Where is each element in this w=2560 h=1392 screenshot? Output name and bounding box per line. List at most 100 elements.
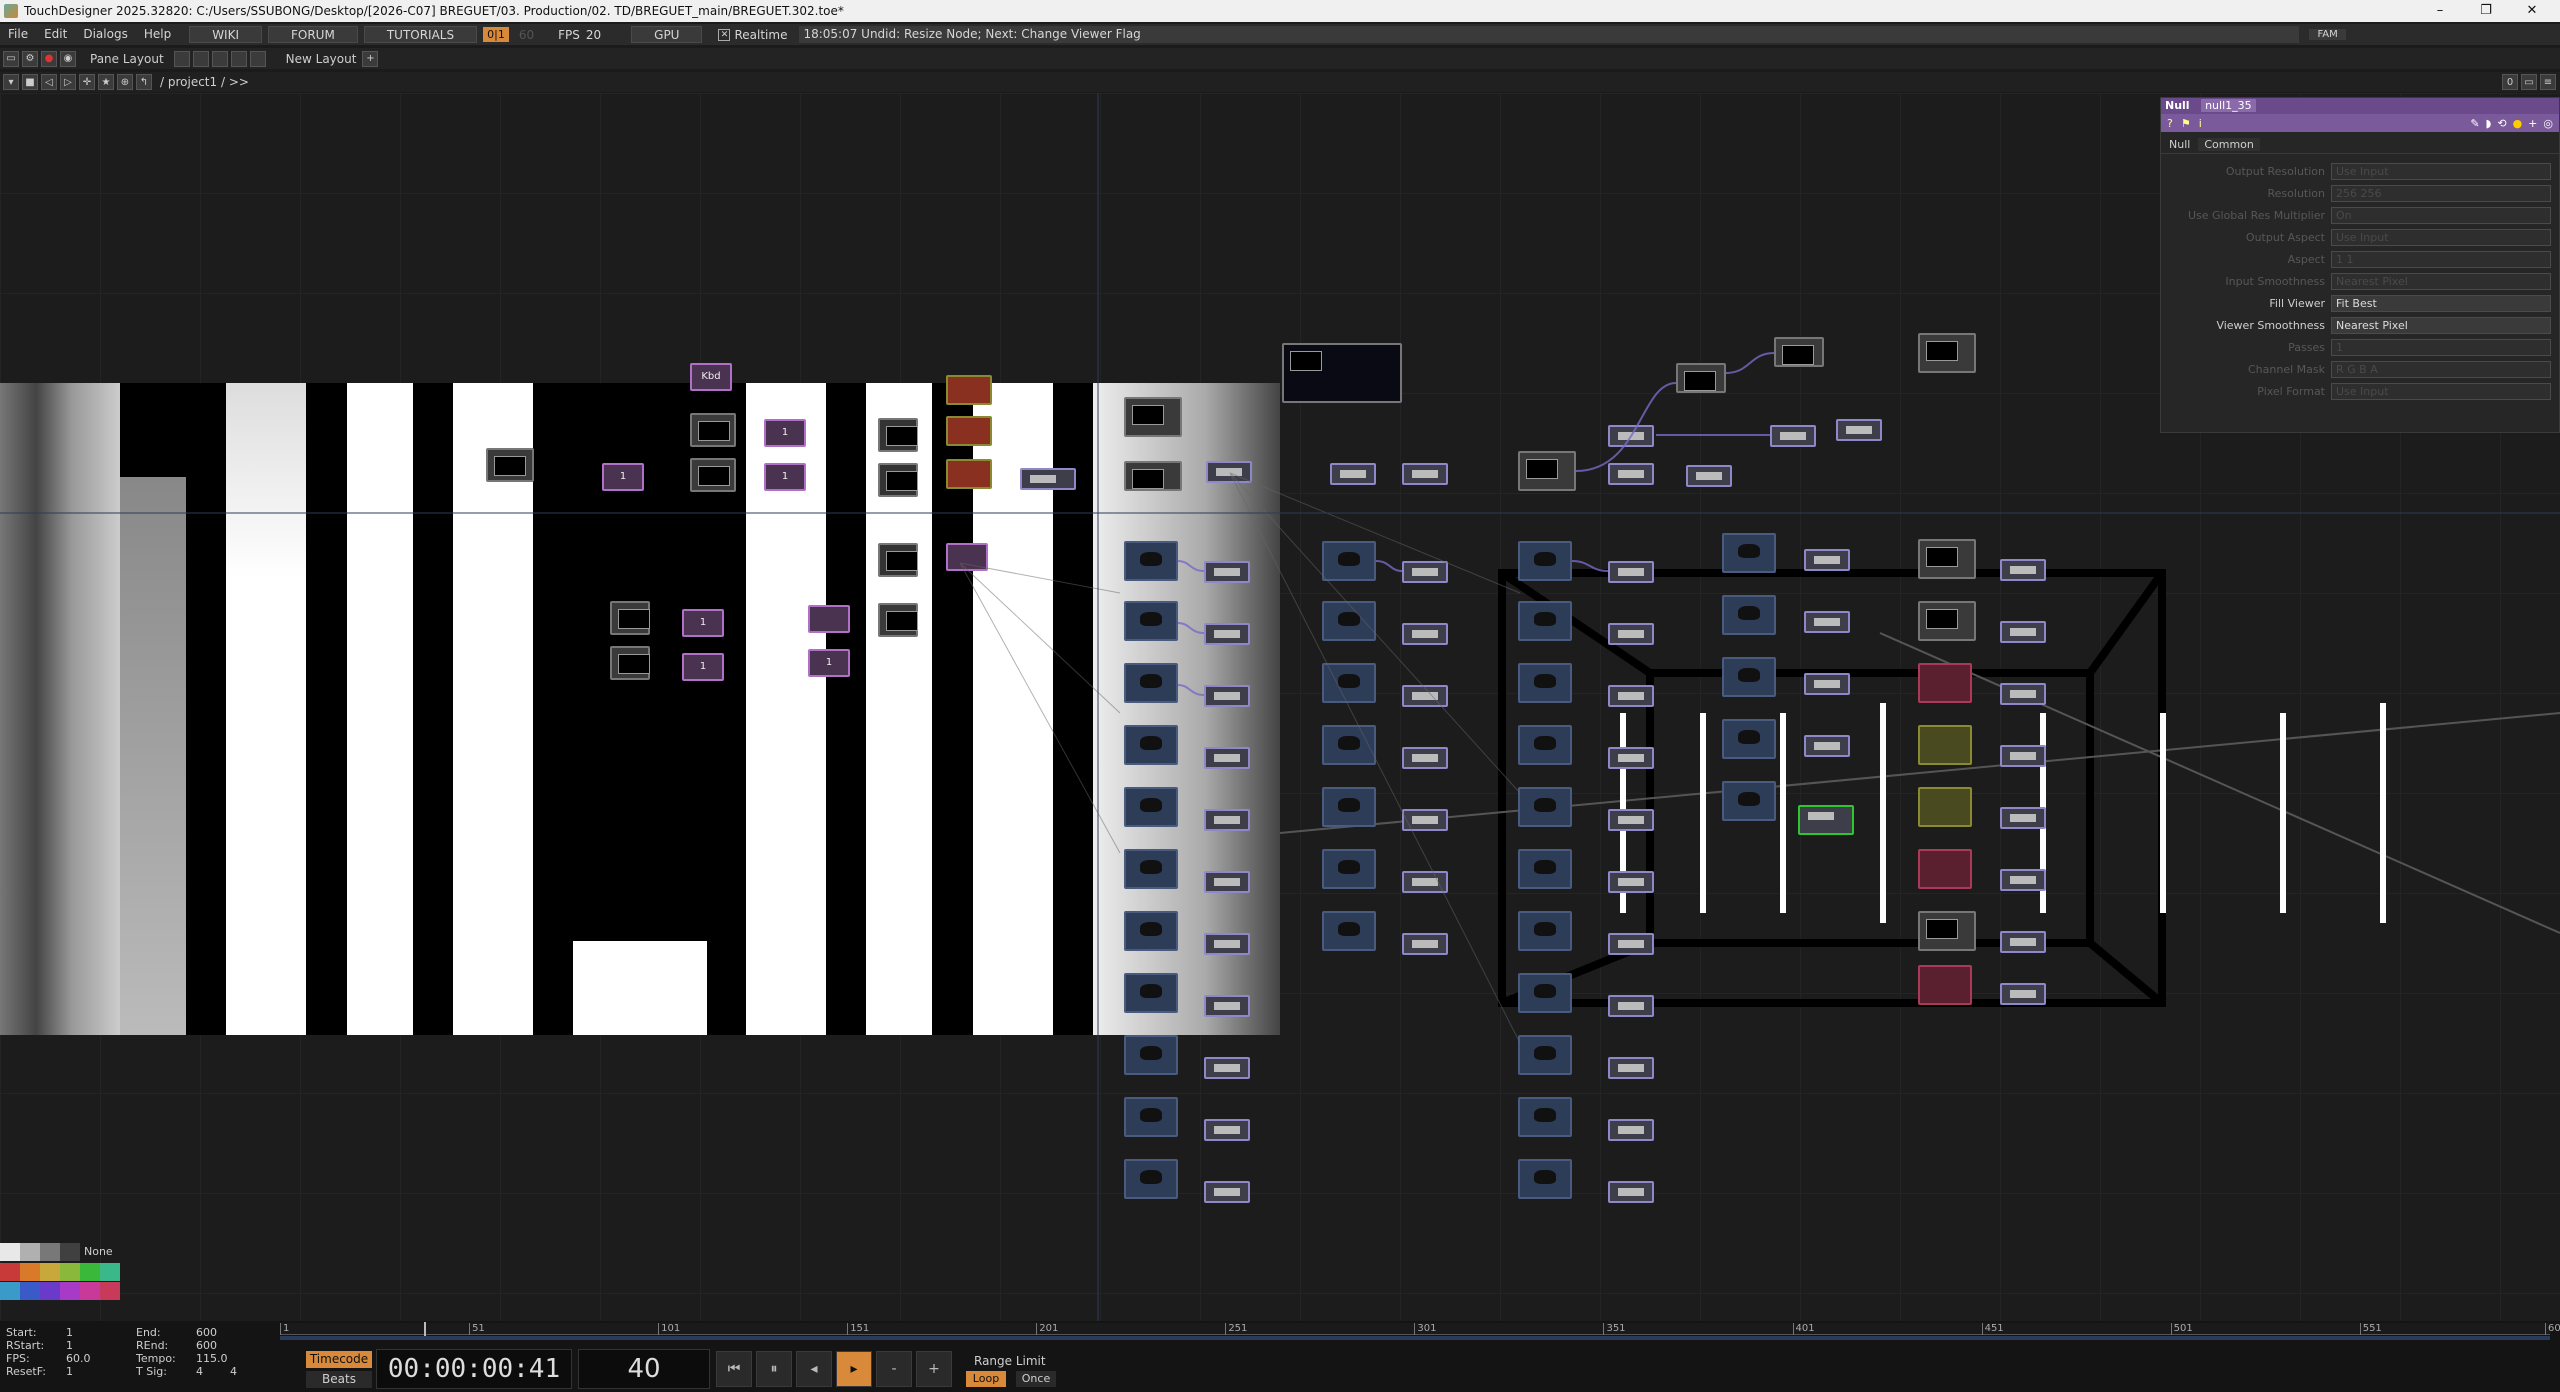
param-value[interactable]: 1 bbox=[2331, 338, 2551, 356]
layout-quad-icon[interactable] bbox=[230, 50, 247, 67]
network-icon[interactable]: ⚙ bbox=[22, 50, 38, 67]
beats-toggle[interactable]: Beats bbox=[306, 1371, 372, 1388]
gpu-button[interactable]: GPU bbox=[631, 26, 703, 43]
palette-swatch[interactable] bbox=[0, 1282, 20, 1300]
timecode-display[interactable]: 00:00:00:41 bbox=[376, 1349, 572, 1389]
menu-edit[interactable]: Edit bbox=[36, 24, 75, 45]
network-path[interactable]: / project1 / >> bbox=[160, 75, 249, 89]
timecode-toggle[interactable]: Timecode bbox=[306, 1351, 372, 1368]
palette-swatch[interactable] bbox=[100, 1282, 120, 1300]
palette-swatch[interactable] bbox=[60, 1243, 80, 1261]
end-value[interactable]: 600 bbox=[196, 1326, 217, 1339]
python-icon[interactable]: ⚑ bbox=[2181, 117, 2191, 130]
square-icon[interactable]: ■ bbox=[22, 74, 38, 90]
target-icon[interactable]: ◎ bbox=[2543, 117, 2553, 130]
pane-zero-icon[interactable]: 0 bbox=[2502, 74, 2518, 90]
light-icon[interactable]: ● bbox=[2513, 117, 2523, 130]
bookmark-icon[interactable]: ★ bbox=[98, 74, 114, 90]
param-value[interactable]: On bbox=[2331, 206, 2551, 224]
eye-icon[interactable]: ◉ bbox=[60, 50, 76, 67]
timeline-range[interactable] bbox=[280, 1336, 2550, 1340]
pause-button[interactable]: ⏸ bbox=[756, 1351, 792, 1387]
play-button[interactable]: ▸ bbox=[836, 1351, 872, 1387]
param-value[interactable]: 256 256 bbox=[2331, 184, 2551, 202]
edit-icon[interactable]: ✎ bbox=[2470, 117, 2479, 130]
layout-split-h-icon[interactable] bbox=[211, 50, 228, 67]
step-back-button[interactable]: ◂ bbox=[796, 1351, 832, 1387]
resetf-value[interactable]: 1 bbox=[66, 1365, 73, 1378]
add-layout-button[interactable]: + bbox=[362, 50, 379, 67]
param-value[interactable]: R G B A bbox=[2331, 360, 2551, 378]
palette-swatch[interactable] bbox=[60, 1282, 80, 1300]
palette-swatch[interactable] bbox=[20, 1243, 40, 1261]
op-name-field[interactable]: null1_35 bbox=[2201, 99, 2256, 112]
palette-swatch[interactable] bbox=[0, 1243, 20, 1261]
step-down-button[interactable]: - bbox=[876, 1351, 912, 1387]
rstart-value[interactable]: 1 bbox=[66, 1339, 73, 1352]
param-value[interactable]: 1 1 bbox=[2331, 250, 2551, 268]
perf-monitor-badge[interactable]: 0|1 bbox=[483, 27, 509, 42]
param-value[interactable]: Nearest Pixel bbox=[2331, 272, 2551, 290]
layout-triple-icon[interactable] bbox=[249, 50, 266, 67]
palette-swatch[interactable] bbox=[20, 1263, 40, 1281]
tab-common[interactable]: Common bbox=[2198, 138, 2260, 151]
tsig-b[interactable]: 4 bbox=[230, 1365, 237, 1378]
fps-value[interactable]: 60.0 bbox=[66, 1352, 91, 1365]
palette-swatch[interactable] bbox=[40, 1263, 60, 1281]
fam-indicator[interactable]: FAM bbox=[2309, 29, 2346, 40]
param-value[interactable]: Use Input bbox=[2331, 162, 2551, 180]
fps-cap[interactable]: 60 bbox=[519, 28, 534, 42]
menu-file[interactable]: File bbox=[0, 24, 36, 45]
color-palette[interactable]: None bbox=[0, 1243, 120, 1319]
param-value[interactable]: Nearest Pixel bbox=[2331, 316, 2551, 334]
palette-swatch[interactable] bbox=[100, 1263, 120, 1281]
once-toggle[interactable]: Once bbox=[1016, 1371, 1056, 1387]
palette-swatch[interactable] bbox=[0, 1263, 20, 1281]
palette-swatch[interactable] bbox=[40, 1243, 60, 1261]
clone-icon[interactable]: ⟲ bbox=[2497, 117, 2506, 130]
pane-menu-icon[interactable]: ▾ bbox=[3, 74, 19, 90]
loop-toggle[interactable]: Loop bbox=[966, 1371, 1006, 1387]
pane-icon[interactable]: ▭ bbox=[3, 50, 19, 67]
add-param-icon[interactable]: + bbox=[2528, 117, 2537, 130]
palette-color-grid[interactable] bbox=[0, 1263, 120, 1319]
tempo-value[interactable]: 115.0 bbox=[196, 1352, 228, 1365]
param-value[interactable]: Fit Best bbox=[2331, 294, 2551, 312]
zoom-icon[interactable]: ⊕ bbox=[117, 74, 133, 90]
frame-display[interactable]: 40 bbox=[578, 1349, 710, 1389]
param-value[interactable]: Use Input bbox=[2331, 228, 2551, 246]
tutorials-button[interactable]: TUTORIALS bbox=[363, 26, 478, 43]
pane-options-icon[interactable]: ≡ bbox=[2540, 74, 2556, 90]
home-icon[interactable]: ✛ bbox=[79, 74, 95, 90]
palette-swatch[interactable] bbox=[20, 1282, 40, 1300]
param-value[interactable]: Use Input bbox=[2331, 382, 2551, 400]
rewind-button[interactable]: ⏮ bbox=[716, 1351, 752, 1387]
menu-dialogs[interactable]: Dialogs bbox=[75, 24, 135, 45]
comment-icon[interactable]: ◗ bbox=[2486, 117, 2492, 130]
tab-null[interactable]: Null bbox=[2161, 138, 2198, 151]
start-value[interactable]: 1 bbox=[66, 1326, 73, 1339]
maximize-pane-icon[interactable]: ▭ bbox=[2521, 74, 2537, 90]
palette-swatch[interactable] bbox=[80, 1263, 100, 1281]
up-icon[interactable]: ↰ bbox=[136, 74, 152, 90]
palette-swatch[interactable] bbox=[80, 1282, 100, 1300]
tsig-a[interactable]: 4 bbox=[196, 1365, 203, 1378]
record-icon[interactable]: ● bbox=[41, 50, 57, 67]
info-icon[interactable]: i bbox=[2199, 117, 2202, 130]
help-icon[interactable]: ? bbox=[2167, 117, 2173, 130]
minimize-button[interactable]: – bbox=[2420, 0, 2460, 22]
close-button[interactable]: ✕ bbox=[2512, 0, 2552, 22]
palette-none-label[interactable]: None bbox=[84, 1245, 113, 1258]
realtime-checkbox[interactable]: ✕ bbox=[718, 28, 731, 41]
forward-icon[interactable]: ▷ bbox=[60, 74, 76, 90]
restore-button[interactable]: ❐ bbox=[2466, 0, 2506, 22]
forum-button[interactable]: FORUM bbox=[268, 26, 358, 43]
wiki-button[interactable]: WIKI bbox=[189, 26, 262, 43]
layout-split-v-icon[interactable] bbox=[192, 50, 209, 67]
palette-swatch[interactable] bbox=[60, 1263, 80, 1281]
rend-value[interactable]: 600 bbox=[196, 1339, 217, 1352]
step-up-button[interactable]: + bbox=[916, 1351, 952, 1387]
back-icon[interactable]: ◁ bbox=[41, 74, 57, 90]
new-layout-button[interactable]: New Layout bbox=[286, 52, 357, 66]
palette-swatch[interactable] bbox=[40, 1282, 60, 1300]
